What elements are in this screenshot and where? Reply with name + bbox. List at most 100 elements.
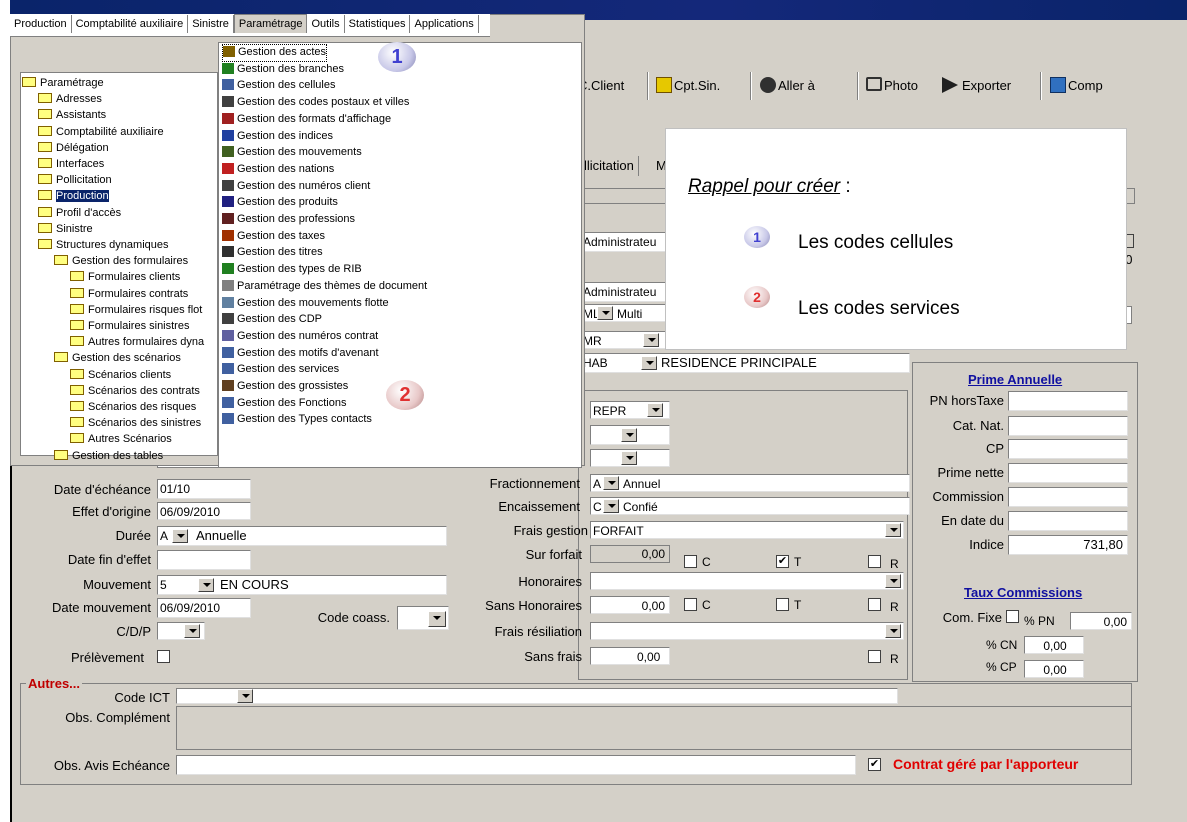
avis-field[interactable]: [176, 755, 856, 775]
menu-statistiques[interactable]: Statistiques: [345, 15, 411, 33]
sanshonor-t-checkbox[interactable]: [776, 598, 789, 611]
comp-button[interactable]: Comp: [1050, 76, 1103, 96]
gestion-list-item[interactable]: Gestion des indices: [222, 128, 333, 144]
tree-item[interactable]: Assistants: [38, 108, 106, 122]
surforfait-field[interactable]: 0,00: [590, 545, 670, 563]
gestion-list-item[interactable]: Gestion des formats d'affichage: [222, 111, 391, 127]
gestion-list-item[interactable]: Gestion des grossistes: [222, 378, 348, 394]
mouvement-field[interactable]: 5 EN COURS: [157, 575, 447, 595]
gestion-list-item[interactable]: Gestion des taxes: [222, 228, 325, 244]
tree-item[interactable]: Gestion des tables: [54, 449, 163, 463]
cdp-dropdown[interactable]: [184, 624, 200, 638]
sanshonor-c-checkbox[interactable]: [684, 598, 697, 611]
cp-pct-field[interactable]: 0,00: [1024, 660, 1084, 678]
tree-item[interactable]: Scénarios des sinistres: [70, 416, 201, 430]
aller-button[interactable]: Aller à: [760, 76, 815, 96]
tree-item[interactable]: Délégation: [38, 141, 109, 155]
honoraires-field[interactable]: [590, 572, 904, 590]
sanshonor-field[interactable]: 0,00: [590, 596, 670, 614]
tree-item[interactable]: Pollicitation: [38, 173, 112, 187]
pn-field[interactable]: 0,00: [1070, 612, 1132, 630]
gestion-list-item[interactable]: Gestion des nations: [222, 161, 334, 177]
resil-dropdown[interactable]: [885, 624, 901, 638]
cp-field[interactable]: [1008, 439, 1128, 459]
tree-item[interactable]: Scénarios des contrats: [70, 384, 200, 398]
blank-select-2[interactable]: [590, 449, 670, 467]
duree-field[interactable]: A Annuelle: [157, 526, 447, 546]
mr-dropdown[interactable]: [643, 333, 659, 347]
apporteur-checkbox[interactable]: ✔: [868, 758, 881, 771]
tree-item[interactable]: Production: [38, 189, 109, 203]
tree-item[interactable]: Scénarios clients: [70, 368, 171, 382]
tree-item[interactable]: Comptabilité auxiliaire: [38, 125, 164, 139]
hab-field[interactable]: HAB RESIDENCE PRINCIPALE: [580, 353, 910, 373]
mr-field[interactable]: MR: [580, 331, 670, 349]
tree-item[interactable]: Adresses: [38, 92, 102, 106]
tab-pollicitation[interactable]: llicitation: [580, 156, 639, 176]
tree-item[interactable]: Scénarios des risques: [70, 400, 196, 414]
duree-dropdown[interactable]: [172, 529, 188, 543]
encaiss-field[interactable]: C Confié: [590, 497, 910, 515]
gestion-list-item[interactable]: Gestion des codes postaux et villes: [222, 94, 409, 110]
frais-dropdown[interactable]: [885, 523, 901, 537]
sansfrais-field[interactable]: 0,00: [590, 647, 670, 665]
endate-field[interactable]: [1008, 511, 1128, 531]
tree-item[interactable]: Formulaires clients: [70, 270, 180, 284]
echeance-field[interactable]: 01/10: [157, 479, 251, 499]
tree-item[interactable]: Sinistre: [38, 222, 93, 236]
comfixe-checkbox[interactable]: [1006, 610, 1019, 623]
coass-field[interactable]: [397, 606, 449, 630]
effet-field[interactable]: 06/09/2010: [157, 502, 251, 520]
menu-production[interactable]: Production: [10, 15, 72, 33]
date-mvt-field[interactable]: 06/09/2010: [157, 598, 251, 618]
fin-effet-field[interactable]: [157, 550, 251, 570]
surforfait-c-checkbox[interactable]: [684, 555, 697, 568]
cn-field[interactable]: 0,00: [1024, 636, 1084, 654]
tree-item[interactable]: Paramétrage: [22, 76, 104, 90]
resil-field[interactable]: [590, 622, 904, 640]
tree-item[interactable]: Interfaces: [38, 157, 104, 171]
gestion-list-item[interactable]: Gestion des actes: [222, 44, 328, 62]
commission-field[interactable]: [1008, 487, 1128, 507]
tree-item[interactable]: Autres Scénarios: [70, 432, 172, 446]
sansfrais-r-checkbox[interactable]: [868, 650, 881, 663]
menu-outils[interactable]: Outils: [307, 15, 345, 33]
tree-item[interactable]: Formulaires sinistres: [70, 319, 189, 333]
fract-field[interactable]: A Annuel: [590, 474, 910, 492]
gestion-list-item[interactable]: Gestion des branches: [222, 61, 344, 77]
honoraires-dropdown[interactable]: [885, 574, 901, 588]
gestion-list-item[interactable]: Gestion des Fonctions: [222, 395, 346, 411]
repr-field[interactable]: REPR: [590, 401, 670, 419]
tree-item[interactable]: Formulaires contrats: [70, 287, 188, 301]
gestion-list-item[interactable]: Gestion des mouvements: [222, 144, 362, 160]
gestion-list-item[interactable]: Gestion des produits: [222, 194, 338, 210]
tree-item[interactable]: Profil d'accès: [38, 206, 121, 220]
menu-sinistre[interactable]: Sinistre: [188, 15, 234, 33]
tree-item[interactable]: Formulaires risques flot: [70, 303, 202, 317]
sanshonor-r-checkbox[interactable]: [868, 598, 881, 611]
hab-dropdown[interactable]: [641, 356, 657, 370]
cdp-field[interactable]: [157, 622, 205, 640]
gestion-list-item[interactable]: Gestion des cellules: [222, 77, 335, 93]
tree-item[interactable]: Gestion des formulaires: [54, 254, 188, 268]
pnht-field[interactable]: [1008, 391, 1128, 411]
frais-field[interactable]: FORFAIT: [590, 521, 904, 539]
ict-field[interactable]: [176, 688, 898, 704]
blank-dropdown-2[interactable]: [621, 451, 637, 465]
surforfait-r-checkbox[interactable]: [868, 555, 881, 568]
ml-dropdown[interactable]: [597, 306, 613, 320]
prelevement-checkbox[interactable]: [157, 650, 170, 663]
tree-item[interactable]: Gestion des scénarios: [54, 351, 181, 365]
gestion-list-item[interactable]: Gestion des professions: [222, 211, 355, 227]
indice-field[interactable]: 731,80: [1008, 535, 1128, 555]
gestion-list-item[interactable]: Gestion des numéros contrat: [222, 328, 378, 344]
menu-applications[interactable]: Applications: [410, 15, 479, 33]
surforfait-t-checkbox[interactable]: ✔: [776, 555, 789, 568]
gestion-list-item[interactable]: Gestion des mouvements flotte: [222, 295, 389, 311]
tree-item[interactable]: Structures dynamiques: [38, 238, 169, 252]
obs-field[interactable]: [176, 706, 1132, 750]
blank-select-1[interactable]: [590, 425, 670, 445]
gestion-list-item[interactable]: Paramétrage des thèmes de document: [222, 278, 427, 294]
tree-item[interactable]: Autres formulaires dyna: [70, 335, 204, 349]
menu-comptabilite[interactable]: Comptabilité auxiliaire: [72, 15, 189, 33]
